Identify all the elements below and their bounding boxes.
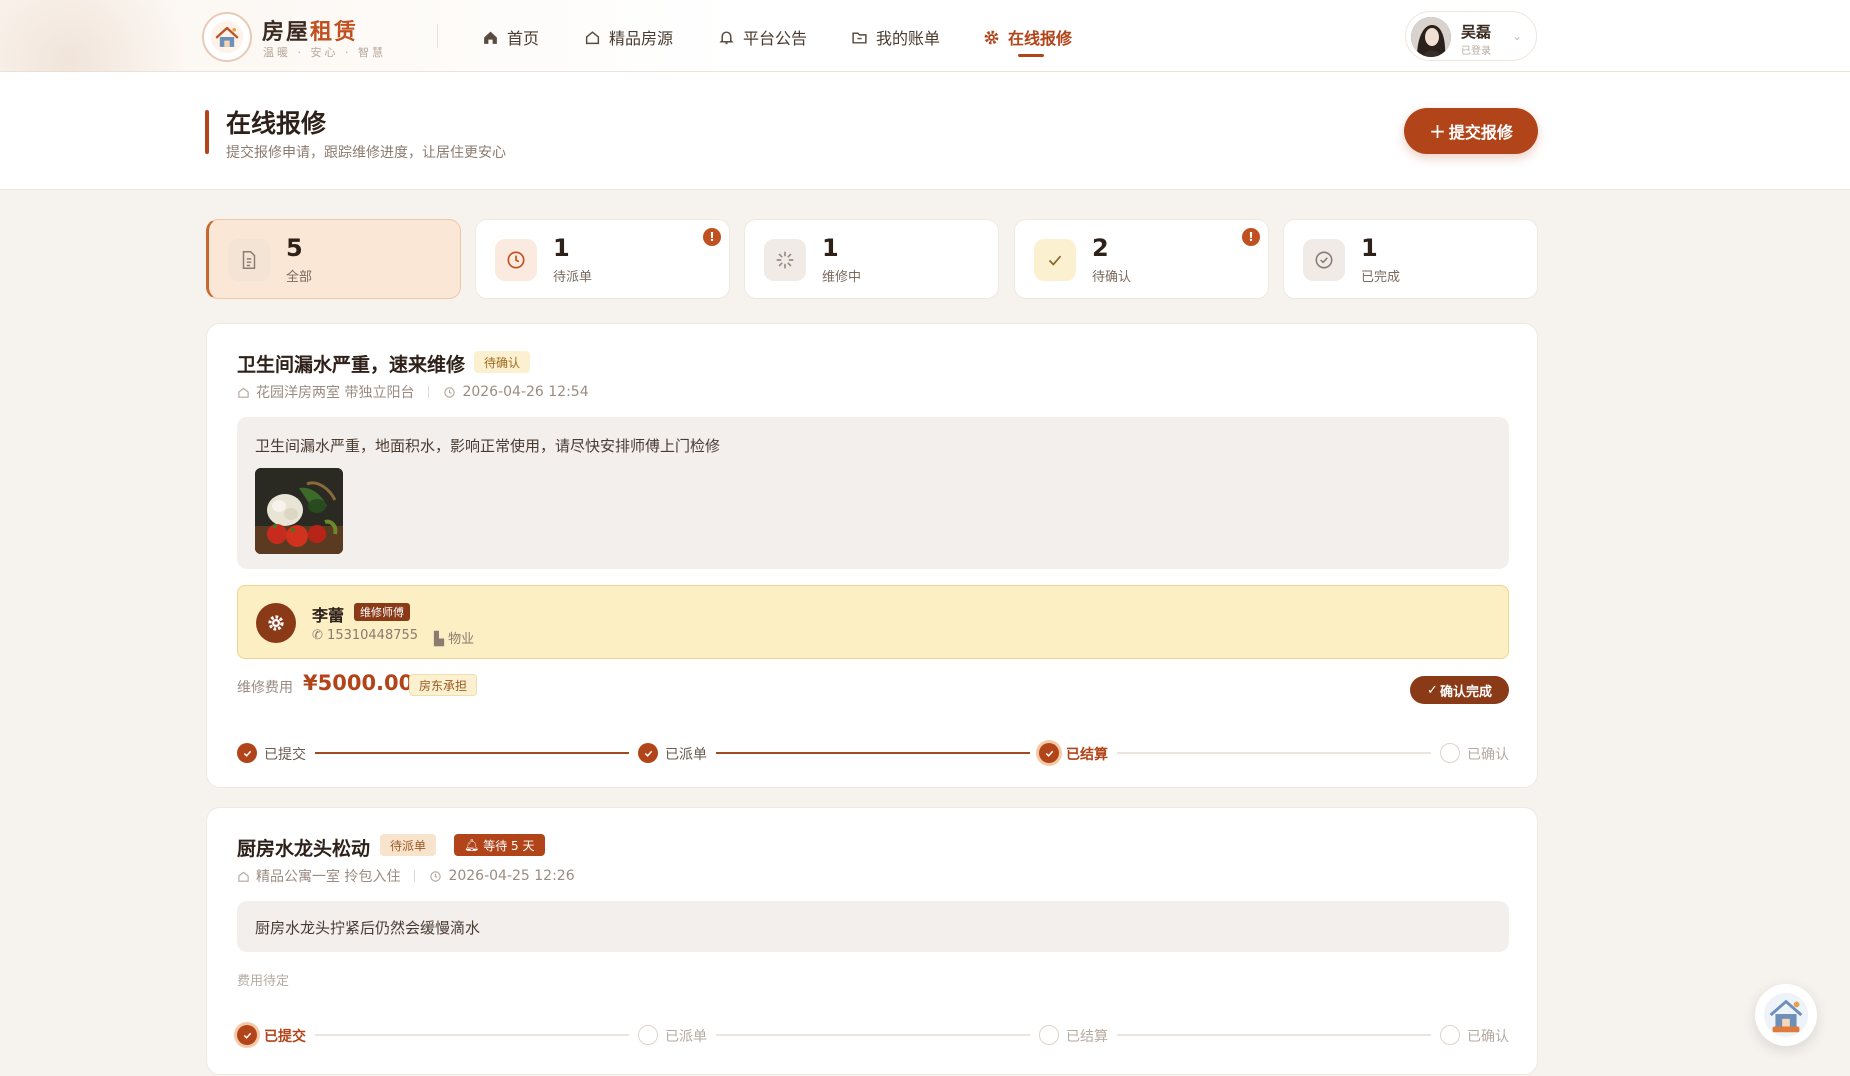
building-icon: ▙ — [434, 632, 445, 647]
spinner-icon — [764, 239, 806, 281]
chevron-down-icon: ⌄ — [1511, 29, 1522, 43]
fee-label: 维修费用 — [237, 680, 293, 696]
progress-line — [315, 752, 629, 754]
phone-icon: ✆ — [312, 628, 323, 643]
progress-line — [716, 752, 1030, 754]
progress-step-todo-icon — [1440, 1025, 1460, 1045]
description-text: 卫生间漏水严重，地面积水，影响正常使用，请尽快安排师傅上门检修 — [255, 437, 721, 455]
alert-badge: ! — [1242, 228, 1260, 246]
nav-listings[interactable]: 精品房源 — [584, 24, 673, 50]
house-icon — [238, 387, 249, 398]
progress-step-label: 已确认 — [1467, 1029, 1509, 1045]
progress-step-label: 已派单 — [665, 1029, 707, 1045]
worker-info-box: 李蕾 维修师傅 ✆ 15310448755 ▙ 物业 — [237, 585, 1509, 659]
description-text: 厨房水龙头拧紧后仍然会缓慢滴水 — [255, 919, 481, 937]
clock-icon — [444, 386, 456, 398]
progress-line — [1117, 752, 1431, 754]
bell-icon: 🔔︎ — [464, 838, 480, 852]
wait-badge: 🔔︎ 等待 5 天 — [454, 834, 545, 856]
repair-meta: 花园洋房两室 带独立阳台 2026-04-26 12:54 — [237, 382, 589, 402]
worker-phone[interactable]: ✆ 15310448755 — [312, 628, 418, 647]
clock-icon — [495, 239, 537, 281]
stat-in-repair[interactable]: 1 维修中 — [744, 219, 999, 299]
page-title: 在线报修 — [226, 109, 327, 138]
document-icon — [228, 239, 270, 281]
progress-line — [315, 1034, 629, 1036]
floating-assistant-button[interactable] — [1755, 984, 1817, 1046]
house-icon — [238, 871, 249, 882]
gear-icon — [256, 603, 296, 643]
repair-title: 厨房水龙头松动 — [237, 838, 371, 860]
nav-home[interactable]: 首页 — [482, 24, 539, 50]
progress-step-todo-icon — [1039, 1025, 1059, 1045]
stat-pending-confirm[interactable]: 2 待确认 ! — [1014, 219, 1269, 299]
progress-step-todo-icon — [1440, 743, 1460, 763]
house-logo-icon — [1763, 992, 1809, 1038]
repair-meta: 精品公寓一室 拎包入住 2026-04-25 12:26 — [237, 866, 575, 886]
house-icon — [585, 30, 600, 44]
nav-repair[interactable]: 在线报修 — [983, 24, 1072, 50]
nav-divider — [437, 24, 438, 48]
progress-step-done-icon — [638, 743, 658, 763]
attachment-image[interactable] — [255, 468, 343, 554]
avatar — [1411, 17, 1451, 57]
confirm-complete-button[interactable]: ✓ 确认完成 — [1410, 676, 1509, 704]
home-icon — [484, 31, 497, 44]
worker-dept: ▙ 物业 — [434, 632, 475, 647]
check-icon — [1034, 239, 1076, 281]
repair-card: 厨房水龙头松动 待派单 🔔︎ 等待 5 天 精品公寓一室 拎包入住 2026-0… — [206, 807, 1538, 1075]
brand-title: 房屋租赁 — [262, 20, 359, 45]
progress-step-label: 已提交 — [264, 1029, 306, 1045]
stat-completed[interactable]: 1 已完成 — [1283, 219, 1538, 299]
progress-line — [716, 1034, 1030, 1036]
worker-name: 李蕾 — [312, 606, 345, 625]
user-name: 吴磊 — [1461, 23, 1492, 41]
gear-icon — [984, 30, 999, 44]
progress-line — [1117, 1034, 1431, 1036]
nav-bills[interactable]: 我的账单 — [851, 24, 940, 50]
progress-step-label: 已结算 — [1066, 747, 1108, 763]
repair-title: 卫生间漏水严重，速来维修 — [237, 354, 466, 376]
bell-icon — [719, 30, 734, 44]
stat-all[interactable]: 5 全部 — [206, 219, 461, 299]
folder-icon — [852, 32, 867, 44]
progress-step-label: 已结算 — [1066, 1029, 1108, 1045]
brand-subtitle: 温暖 · 安心 · 智慧 — [263, 46, 386, 59]
fee-payer-badge: 房东承担 — [409, 674, 478, 696]
user-menu[interactable]: 吴磊 已登录 ⌄ — [1405, 11, 1537, 61]
worker-role-badge: 维修师傅 — [354, 603, 410, 621]
progress-step-label: 已派单 — [665, 747, 707, 763]
house-logo-icon — [210, 20, 244, 54]
progress-step-label: 已提交 — [264, 747, 306, 763]
check-icon: ✓ — [1427, 682, 1438, 698]
nav-announcements[interactable]: 平台公告 — [718, 24, 807, 50]
page-subtitle: 提交报修申请，跟踪维修进度，让居住更安心 — [226, 145, 506, 161]
title-accent-bar — [205, 110, 209, 154]
plus-icon: + — [1429, 119, 1446, 143]
submit-repair-button[interactable]: + 提交报修 — [1404, 108, 1538, 154]
progress-step-done-icon — [237, 743, 257, 763]
user-status: 已登录 — [1461, 46, 1491, 57]
description-box: 厨房水龙头拧紧后仍然会缓慢滴水 — [237, 901, 1509, 952]
progress-step-todo-icon — [638, 1025, 658, 1045]
progress-step-current-icon — [237, 1025, 257, 1045]
alert-badge: ! — [703, 228, 721, 246]
repair-card: 卫生间漏水严重，速来维修 待确认 花园洋房两室 带独立阳台 2026-04-26… — [206, 323, 1538, 788]
progress-step-current-icon — [1039, 743, 1059, 763]
fee-amount: ¥5000.00 — [303, 671, 414, 695]
status-badge: 待确认 — [474, 351, 531, 373]
check-circle-icon — [1303, 239, 1345, 281]
stat-pending-dispatch[interactable]: 1 待派单 ! — [475, 219, 730, 299]
progress-step-label: 已确认 — [1467, 747, 1509, 763]
logo[interactable] — [202, 12, 252, 62]
fee-pending-label: 费用待定 — [237, 974, 290, 989]
clock-icon — [430, 870, 442, 882]
worker-contact: ✆ 15310448755 ▙ 物业 — [312, 628, 474, 647]
top-navbar: 房屋租赁 温暖 · 安心 · 智慧 首页 精品房源 平台公告 我的账单 在线报修 — [0, 0, 1850, 160]
nav-active-indicator — [1018, 54, 1044, 57]
description-box: 卫生间漏水严重，地面积水，影响正常使用，请尽快安排师傅上门检修 — [237, 417, 1509, 569]
status-badge: 待派单 — [380, 834, 437, 856]
